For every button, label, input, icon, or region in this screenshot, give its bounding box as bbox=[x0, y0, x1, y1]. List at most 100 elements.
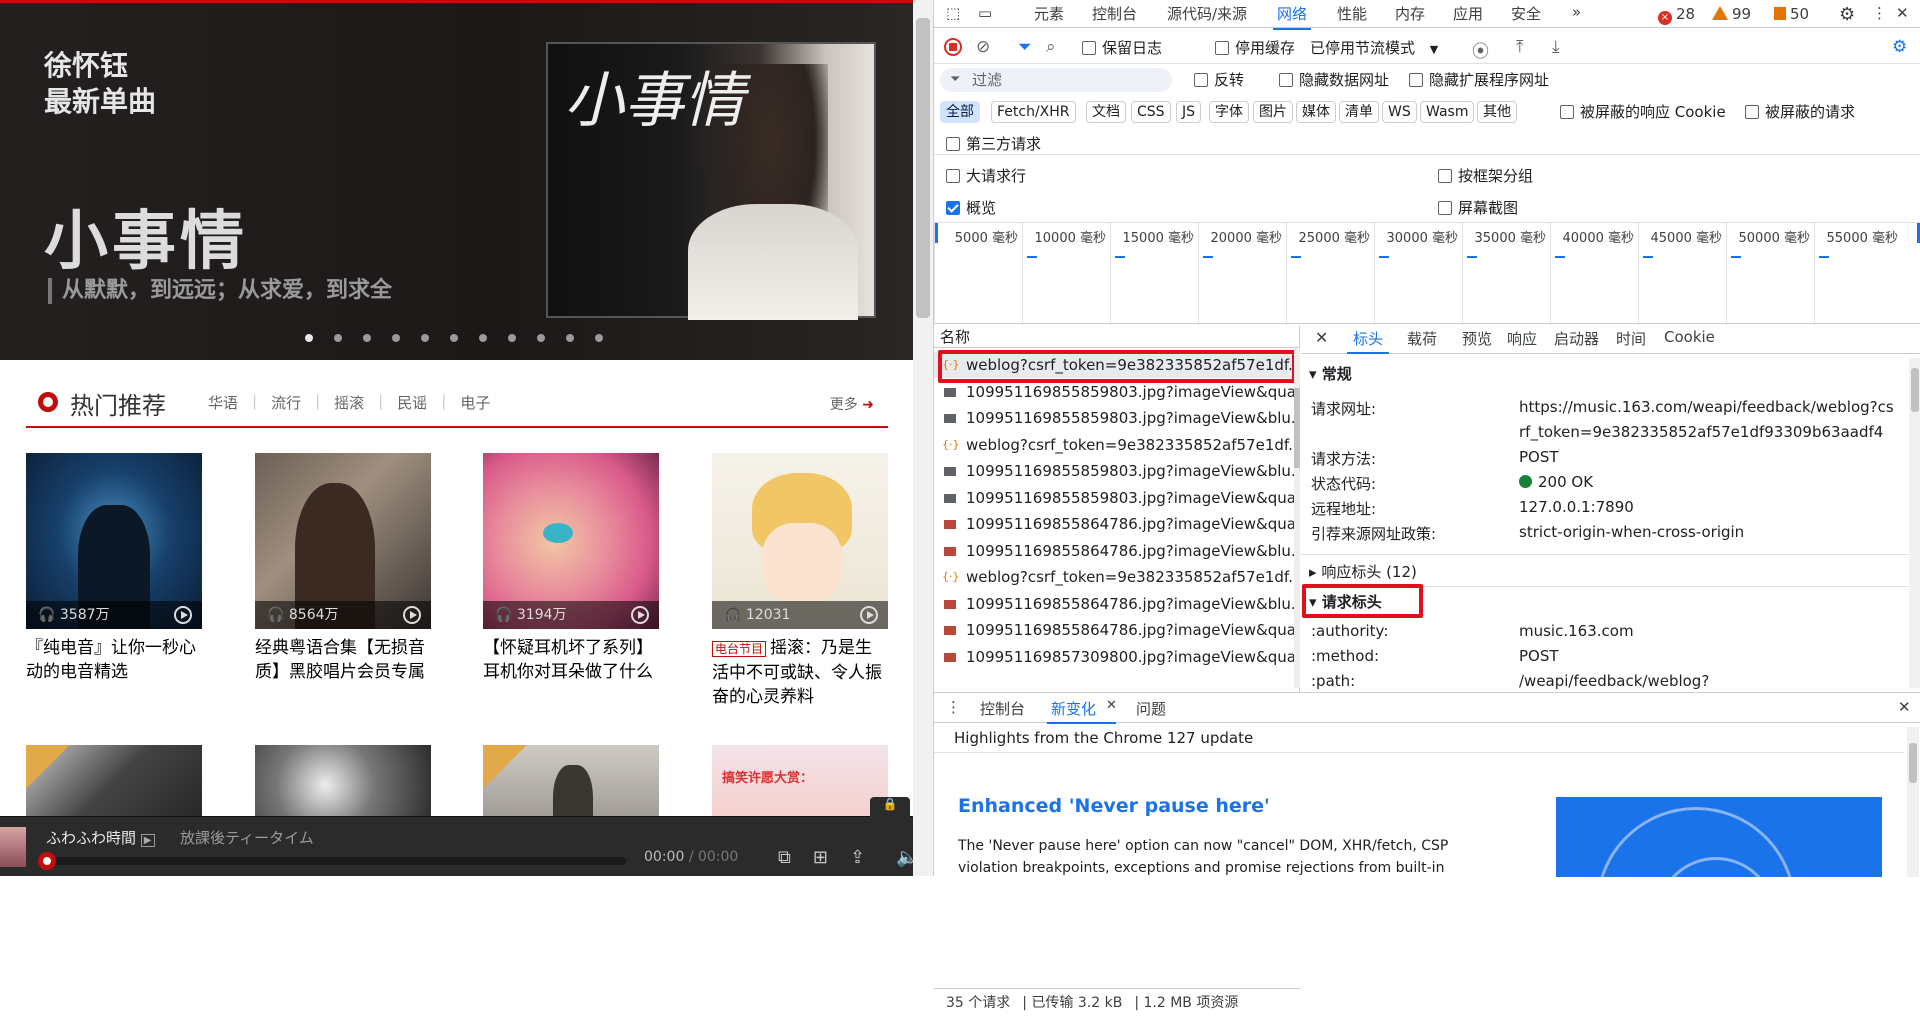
type-filter-font[interactable]: 字体 bbox=[1209, 101, 1249, 123]
tab-memory[interactable]: 内存 bbox=[1395, 3, 1425, 24]
banner-dot[interactable] bbox=[595, 334, 603, 342]
drawer-tab-whats-new[interactable]: 新变化 bbox=[1046, 698, 1117, 724]
banner-dot[interactable] bbox=[305, 334, 313, 342]
play-icon[interactable] bbox=[174, 606, 192, 624]
playlist-title[interactable]: 经典粤语合集【无损音质】黑胶唱片会员专属 bbox=[255, 636, 431, 684]
banner-dot[interactable] bbox=[479, 334, 487, 342]
tab-initiator[interactable]: 启动器 bbox=[1554, 328, 1599, 349]
warning-count[interactable]: 99 bbox=[1712, 5, 1751, 23]
checkbox[interactable] bbox=[1409, 73, 1423, 87]
issues-count[interactable]: 50 bbox=[1774, 5, 1809, 23]
genre-tab[interactable]: 流行 bbox=[257, 392, 315, 413]
tab-network[interactable]: 网络 bbox=[1272, 3, 1312, 30]
response-headers-section[interactable]: ▸ 响应标头 (12) bbox=[1301, 560, 1909, 584]
type-filter-doc[interactable]: 文档 bbox=[1086, 101, 1126, 123]
drawer-tab-console[interactable]: 控制台 bbox=[980, 698, 1025, 719]
preserve-log-checkbox[interactable]: 保留日志 bbox=[1082, 37, 1162, 58]
whats-new-title[interactable]: Enhanced 'Never pause here' bbox=[958, 795, 1270, 817]
add-to-playlist-icon[interactable]: ⊞ bbox=[813, 847, 828, 868]
type-filter-media[interactable]: 媒体 bbox=[1296, 101, 1336, 123]
overview-checkbox[interactable]: 概览 bbox=[946, 197, 996, 218]
tab-elements[interactable]: 元素 bbox=[1034, 3, 1064, 24]
tab-timing[interactable]: 时间 bbox=[1616, 328, 1646, 349]
checkbox[interactable] bbox=[946, 137, 960, 151]
more-link[interactable]: 更多 ➜ bbox=[830, 394, 874, 414]
third-party-checkbox[interactable]: 第三方请求 bbox=[946, 133, 1041, 154]
banner-dot[interactable] bbox=[334, 334, 342, 342]
search-icon[interactable]: ⌕ bbox=[1046, 37, 1056, 57]
tab-sources[interactable]: 源代码/来源 bbox=[1167, 3, 1247, 24]
request-row[interactable]: 109951169857309800.jpg?imageView&qua... bbox=[934, 644, 1294, 670]
hide-extension-urls-checkbox[interactable]: 隐藏扩展程序网址 bbox=[1409, 69, 1549, 90]
tab-application[interactable]: 应用 bbox=[1453, 3, 1483, 24]
screenshots-checkbox[interactable]: 屏幕截图 bbox=[1438, 197, 1518, 218]
error-count[interactable]: × 28 bbox=[1658, 5, 1695, 25]
banner-dot[interactable] bbox=[508, 334, 516, 342]
play-icon[interactable] bbox=[631, 606, 649, 624]
disable-cache-checkbox[interactable]: 停用缓存 bbox=[1215, 37, 1295, 58]
lock-icon[interactable]: 🔒 bbox=[870, 797, 910, 819]
mv-icon[interactable]: ▶ bbox=[140, 834, 155, 847]
type-filter-ws[interactable]: WS bbox=[1382, 101, 1417, 123]
close-drawer-icon[interactable]: ✕ bbox=[1898, 698, 1911, 716]
playlist-cover[interactable]: 🎧 3587万 bbox=[26, 453, 202, 629]
filter-input[interactable]: 过滤 bbox=[940, 68, 1172, 92]
page-scrollbar[interactable] bbox=[913, 0, 933, 876]
checkbox[interactable] bbox=[1215, 41, 1229, 55]
export-har-icon[interactable]: ⤓ bbox=[1552, 37, 1560, 57]
list-scrollbar[interactable] bbox=[1294, 348, 1300, 688]
detail-scrollbar-thumb[interactable] bbox=[1911, 368, 1919, 412]
request-row[interactable]: 109951169855864786.jpg?imageView&blu... bbox=[934, 591, 1294, 617]
checkbox[interactable] bbox=[946, 169, 960, 183]
request-row[interactable]: 109951169855864786.jpg?imageView&qua... bbox=[934, 511, 1294, 537]
drawer-menu-icon[interactable]: ⋮ bbox=[946, 698, 961, 716]
banner-dot[interactable] bbox=[537, 334, 545, 342]
genre-tab[interactable]: 民谣 bbox=[383, 392, 441, 413]
checkbox[interactable] bbox=[1194, 73, 1208, 87]
genre-tab[interactable]: 电子 bbox=[446, 392, 504, 413]
banner-dot[interactable] bbox=[421, 334, 429, 342]
genre-tab[interactable]: 华语 bbox=[194, 392, 252, 413]
checkbox[interactable] bbox=[1560, 105, 1574, 119]
banner-dot[interactable] bbox=[363, 334, 371, 342]
type-filter-manifest[interactable]: 清单 bbox=[1339, 101, 1379, 123]
scrollbar-thumb[interactable] bbox=[916, 18, 930, 318]
detail-scrollbar[interactable] bbox=[1909, 358, 1920, 688]
play-icon[interactable] bbox=[403, 606, 421, 624]
share-icon[interactable]: ⇪ bbox=[850, 847, 865, 868]
group-by-frame-checkbox[interactable]: 按框架分组 bbox=[1438, 165, 1533, 186]
album-cover[interactable]: 小事情 bbox=[546, 42, 878, 320]
settings-gear-icon[interactable]: ⚙ bbox=[1839, 4, 1855, 25]
general-section-header[interactable]: ▾ 常规 bbox=[1301, 362, 1909, 386]
banner-dot[interactable] bbox=[450, 334, 458, 342]
volume-icon[interactable]: 🔈 bbox=[896, 847, 913, 868]
checkbox[interactable] bbox=[1438, 201, 1452, 215]
tab-preview[interactable]: 预览 bbox=[1462, 328, 1492, 349]
device-toolbar-icon[interactable]: ▭ bbox=[978, 4, 992, 22]
throttle-select[interactable]: 已停用节流模式 ▼ bbox=[1310, 37, 1438, 58]
list-scrollbar-thumb[interactable] bbox=[1294, 388, 1300, 468]
request-row[interactable]: {·} weblog?csrf_token=9e382335852af57e1df… bbox=[934, 564, 1294, 590]
kebab-menu-icon[interactable]: ⋮ bbox=[1872, 4, 1887, 22]
playlist-cover[interactable]: 🎧 3194万 bbox=[483, 453, 659, 629]
blocked-cookies-checkbox[interactable]: 被屏蔽的响应 Cookie bbox=[1560, 101, 1726, 122]
type-filter-wasm[interactable]: Wasm bbox=[1420, 101, 1475, 123]
tab-security[interactable]: 安全 bbox=[1511, 3, 1541, 24]
banner-dot[interactable] bbox=[392, 334, 400, 342]
tab-payload[interactable]: 载荷 bbox=[1407, 328, 1437, 349]
filter-icon[interactable]: ⏷ bbox=[1018, 37, 1032, 57]
tab-performance[interactable]: 性能 bbox=[1337, 3, 1367, 24]
type-filter-xhr[interactable]: Fetch/XHR bbox=[991, 101, 1076, 123]
now-playing-artist[interactable]: 放課後ティータイム bbox=[180, 827, 314, 848]
type-filter-other[interactable]: 其他 bbox=[1477, 101, 1517, 123]
genre-tab[interactable]: 摇滚 bbox=[320, 392, 378, 413]
checkbox[interactable] bbox=[1082, 41, 1096, 55]
record-icon[interactable] bbox=[944, 38, 962, 56]
request-row[interactable]: 109951169855864786.jpg?imageView&blu... bbox=[934, 538, 1294, 564]
network-overview-timeline[interactable]: 5000 毫秒 10000 毫秒 15000 毫秒 20000 毫秒 25000… bbox=[934, 222, 1920, 325]
request-row[interactable]: 109951169855864786.jpg?imageView&qua... bbox=[934, 617, 1294, 643]
drawer-tab-issues[interactable]: 问题 bbox=[1136, 698, 1166, 719]
invert-checkbox[interactable]: 反转 bbox=[1194, 69, 1244, 90]
now-playing-title[interactable]: ふわふわ時間 ▶ bbox=[46, 827, 155, 848]
clear-icon[interactable]: ⊘ bbox=[976, 37, 990, 57]
